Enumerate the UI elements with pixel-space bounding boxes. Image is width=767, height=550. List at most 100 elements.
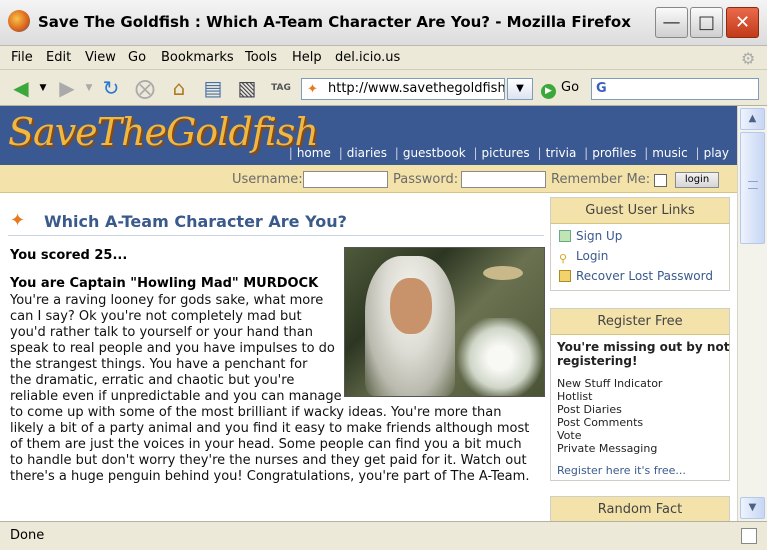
feature-item: Hotlist <box>557 390 593 403</box>
site-logo[interactable]: SaveTheGoldfish <box>8 110 319 154</box>
nav-guestbook[interactable]: guestbook <box>403 146 466 160</box>
score-text: You scored 25... <box>10 248 128 263</box>
result-line: of them are just the voices in your head… <box>10 437 522 452</box>
back-dropdown-icon[interactable]: ▼ <box>36 76 50 100</box>
guest-links-title: Guest User Links <box>551 198 729 224</box>
scroll-down-icon[interactable]: ▼ <box>740 497 765 519</box>
scroll-thumb[interactable] <box>740 132 765 244</box>
site-favicon-icon: ✦ <box>307 82 318 97</box>
result-line: to handle but don't worry they're the nu… <box>10 453 527 468</box>
nav-trivia[interactable]: trivia <box>546 146 577 160</box>
result-line: there's a huge penguin behind you! Congr… <box>10 469 530 484</box>
nav-home[interactable]: home <box>297 146 331 160</box>
divider <box>8 235 544 236</box>
nav-play[interactable]: play <box>704 146 729 160</box>
lock-icon <box>559 270 571 282</box>
recover-label: Recover Lost Password <box>576 269 713 283</box>
result-line: the strangest things. You have a penchan… <box>10 357 308 372</box>
goldfish-icon: ✦ <box>10 210 26 231</box>
page-content: SaveTheGoldfish | home | diaries | guestboo… <box>0 106 737 521</box>
nav-music[interactable]: music <box>652 146 687 160</box>
signup-label: Sign Up <box>576 229 623 243</box>
close-button[interactable]: ✕ <box>726 7 759 38</box>
nav-profiles[interactable]: profiles <box>592 146 636 160</box>
throbber-icon: ⚙ <box>741 49 756 68</box>
address-dropdown-icon[interactable]: ▼ <box>507 78 533 100</box>
key-icon: ⚲ <box>559 252 568 265</box>
remember-checkbox[interactable] <box>654 174 667 187</box>
go-button[interactable]: ▶ Go <box>541 80 579 99</box>
result-line: likely a bit of a party animal and you f… <box>10 421 530 436</box>
menu-help[interactable]: Help <box>292 50 322 65</box>
address-bar[interactable]: ✦ http://www.savethegoldfish.c <box>301 78 505 100</box>
back-icon[interactable]: ◀ <box>8 76 34 100</box>
nav-pictures[interactable]: pictures <box>482 146 530 160</box>
site-header: SaveTheGoldfish | home | diaries | guestboo… <box>0 106 737 165</box>
menu-tools[interactable]: Tools <box>245 50 277 65</box>
result-line: to come up with some of the most brillia… <box>10 405 502 420</box>
recover-password-link[interactable]: Recover Lost Password <box>559 269 713 283</box>
home-icon[interactable]: ⌂ <box>166 76 192 100</box>
stop-icon[interactable]: ⨂ <box>132 76 158 100</box>
register-title: Register Free <box>551 309 729 335</box>
screenshot-icon[interactable]: ▧ <box>234 76 260 100</box>
feature-item: Post Comments <box>557 416 644 429</box>
title-bar: Save The Goldfish : Which A-Team Charact… <box>0 0 767 46</box>
username-label: Username: <box>232 172 303 187</box>
username-field[interactable] <box>303 171 388 188</box>
maximize-button[interactable]: □ <box>690 7 723 38</box>
menu-view[interactable]: View <box>85 50 116 65</box>
address-value: http://www.savethegoldfish.c <box>328 81 505 96</box>
scroll-up-icon[interactable]: ▲ <box>740 108 765 130</box>
missing-out-line: registering! <box>557 354 638 368</box>
remember-label: Remember Me: <box>551 172 651 187</box>
result-line: the dramatic, erratic and chaotic but yo… <box>10 373 295 388</box>
result-line: You're a raving looney for gods sake, wh… <box>10 293 324 308</box>
menu-bar: File Edit View Go Bookmarks Tools Help d… <box>0 46 767 70</box>
site-nav: | home | diaries | guestbook | pictures | tri… <box>288 146 729 160</box>
menu-file[interactable]: File <box>11 50 33 65</box>
result-heading: You are Captain "Howling Mad" MURDOCK <box>10 276 319 291</box>
register-link[interactable]: Register here it's free... <box>557 464 686 477</box>
firefox-logo-icon <box>8 10 30 32</box>
login-button[interactable]: login <box>675 172 719 188</box>
menu-bookmarks[interactable]: Bookmarks <box>161 50 234 65</box>
login-link[interactable]: ⚲ Login <box>559 249 609 265</box>
nav-diaries[interactable]: diaries <box>347 146 387 160</box>
reload-icon[interactable]: ↻ <box>98 76 124 100</box>
status-bar: Done <box>0 521 767 550</box>
murdock-photo <box>344 247 545 397</box>
result-line: reliable even if unpredictable and you c… <box>10 389 342 404</box>
missing-out-line: You're missing out by not <box>557 340 730 354</box>
vertical-scrollbar[interactable]: ▲ ▼ <box>737 106 767 521</box>
window-title: Save The Goldfish : Which A-Team Charact… <box>38 13 631 31</box>
menu-edit[interactable]: Edit <box>46 50 71 65</box>
go-arrow-icon: ▶ <box>541 84 556 99</box>
forward-dropdown-icon[interactable]: ▼ <box>82 76 96 100</box>
minimize-button[interactable]: — <box>655 7 688 38</box>
login-label: Login <box>576 249 609 263</box>
feature-item: Private Messaging <box>557 442 658 455</box>
random-fact-panel: Random Fact <box>550 496 730 521</box>
menu-go[interactable]: Go <box>128 50 146 65</box>
password-label: Password: <box>393 172 459 187</box>
go-label: Go <box>561 80 580 95</box>
login-bar: Username: Password: Remember Me: login <box>0 165 737 193</box>
search-input[interactable]: G <box>591 78 759 100</box>
page-title: Which A-Team Character Are You? <box>44 212 347 231</box>
print-icon[interactable]: ▤ <box>200 76 226 100</box>
menu-delicious[interactable]: del.icio.us <box>335 50 400 65</box>
result-line: can I say? Ok you're not completely mad … <box>10 309 302 324</box>
tag-icon[interactable]: TAG <box>268 76 294 100</box>
result-line: speak to real people and you have impuls… <box>10 341 335 356</box>
register-panel: Register Free You're missing out by not … <box>550 308 730 481</box>
signup-link[interactable]: Sign Up <box>559 229 622 243</box>
password-field[interactable] <box>461 171 546 188</box>
guest-links-panel: Guest User Links Sign Up ⚲ Login Recover … <box>550 197 730 291</box>
signup-icon <box>559 230 571 242</box>
status-text: Done <box>10 528 45 543</box>
random-fact-title: Random Fact <box>551 497 729 521</box>
feature-item: Vote <box>557 429 582 442</box>
feature-item: New Stuff Indicator <box>557 377 663 390</box>
forward-icon[interactable]: ▶ <box>54 76 80 100</box>
